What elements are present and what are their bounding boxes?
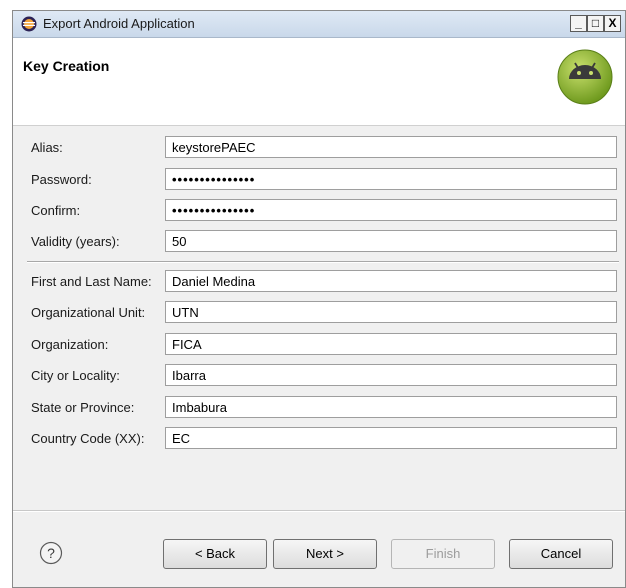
cancel-button[interactable]: Cancel	[509, 539, 613, 569]
state-label: State or Province:	[31, 400, 135, 415]
state-row: State or Province:	[13, 396, 625, 420]
name-label: First and Last Name:	[31, 274, 152, 289]
country-input[interactable]	[165, 427, 617, 449]
help-icon[interactable]: ?	[39, 541, 63, 565]
maximize-button[interactable]: □	[587, 15, 604, 32]
svg-text:?: ?	[47, 545, 55, 561]
country-row: Country Code (XX):	[13, 427, 625, 451]
page-title: Key Creation	[23, 58, 110, 74]
eclipse-icon	[21, 16, 37, 32]
org-unit-label: Organizational Unit:	[31, 305, 146, 320]
next-button[interactable]: Next >	[273, 539, 377, 569]
validity-row: Validity (years):	[13, 230, 625, 254]
org-unit-row: Organizational Unit:	[13, 301, 625, 325]
alias-row: Alias:	[13, 136, 625, 160]
city-row: City or Locality:	[13, 364, 625, 388]
export-dialog: Export Android Application _ □ X Key Cre…	[12, 10, 626, 588]
minimize-button[interactable]: _	[570, 15, 587, 32]
confirm-label: Confirm:	[31, 203, 81, 218]
org-unit-input[interactable]	[165, 301, 617, 323]
name-row: First and Last Name:	[13, 270, 625, 294]
organization-label: Organization:	[31, 337, 109, 352]
android-logo-icon	[557, 49, 613, 105]
country-label: Country Code (XX):	[31, 431, 145, 446]
validity-input[interactable]	[165, 230, 617, 252]
confirm-row: Confirm:	[13, 199, 625, 223]
field-separator	[27, 261, 619, 263]
header-banner: Key Creation	[13, 38, 625, 126]
organization-row: Organization:	[13, 333, 625, 357]
window-title: Export Android Application	[43, 16, 195, 31]
organization-input[interactable]	[165, 333, 617, 355]
city-label: City or Locality:	[31, 368, 120, 383]
button-bar-separator	[13, 510, 625, 512]
alias-input[interactable]	[165, 136, 617, 158]
password-label: Password:	[31, 172, 92, 187]
finish-button[interactable]: Finish	[391, 539, 495, 569]
validity-label: Validity (years):	[31, 234, 120, 249]
password-input[interactable]	[165, 168, 617, 190]
password-row: Password:	[13, 168, 625, 192]
back-button[interactable]: < Back	[163, 539, 267, 569]
confirm-input[interactable]	[165, 199, 617, 221]
alias-label: Alias:	[31, 140, 63, 155]
city-input[interactable]	[165, 364, 617, 386]
name-input[interactable]	[165, 270, 617, 292]
close-button[interactable]: X	[604, 15, 621, 32]
title-bar[interactable]: Export Android Application _ □ X	[13, 11, 625, 38]
state-input[interactable]	[165, 396, 617, 418]
